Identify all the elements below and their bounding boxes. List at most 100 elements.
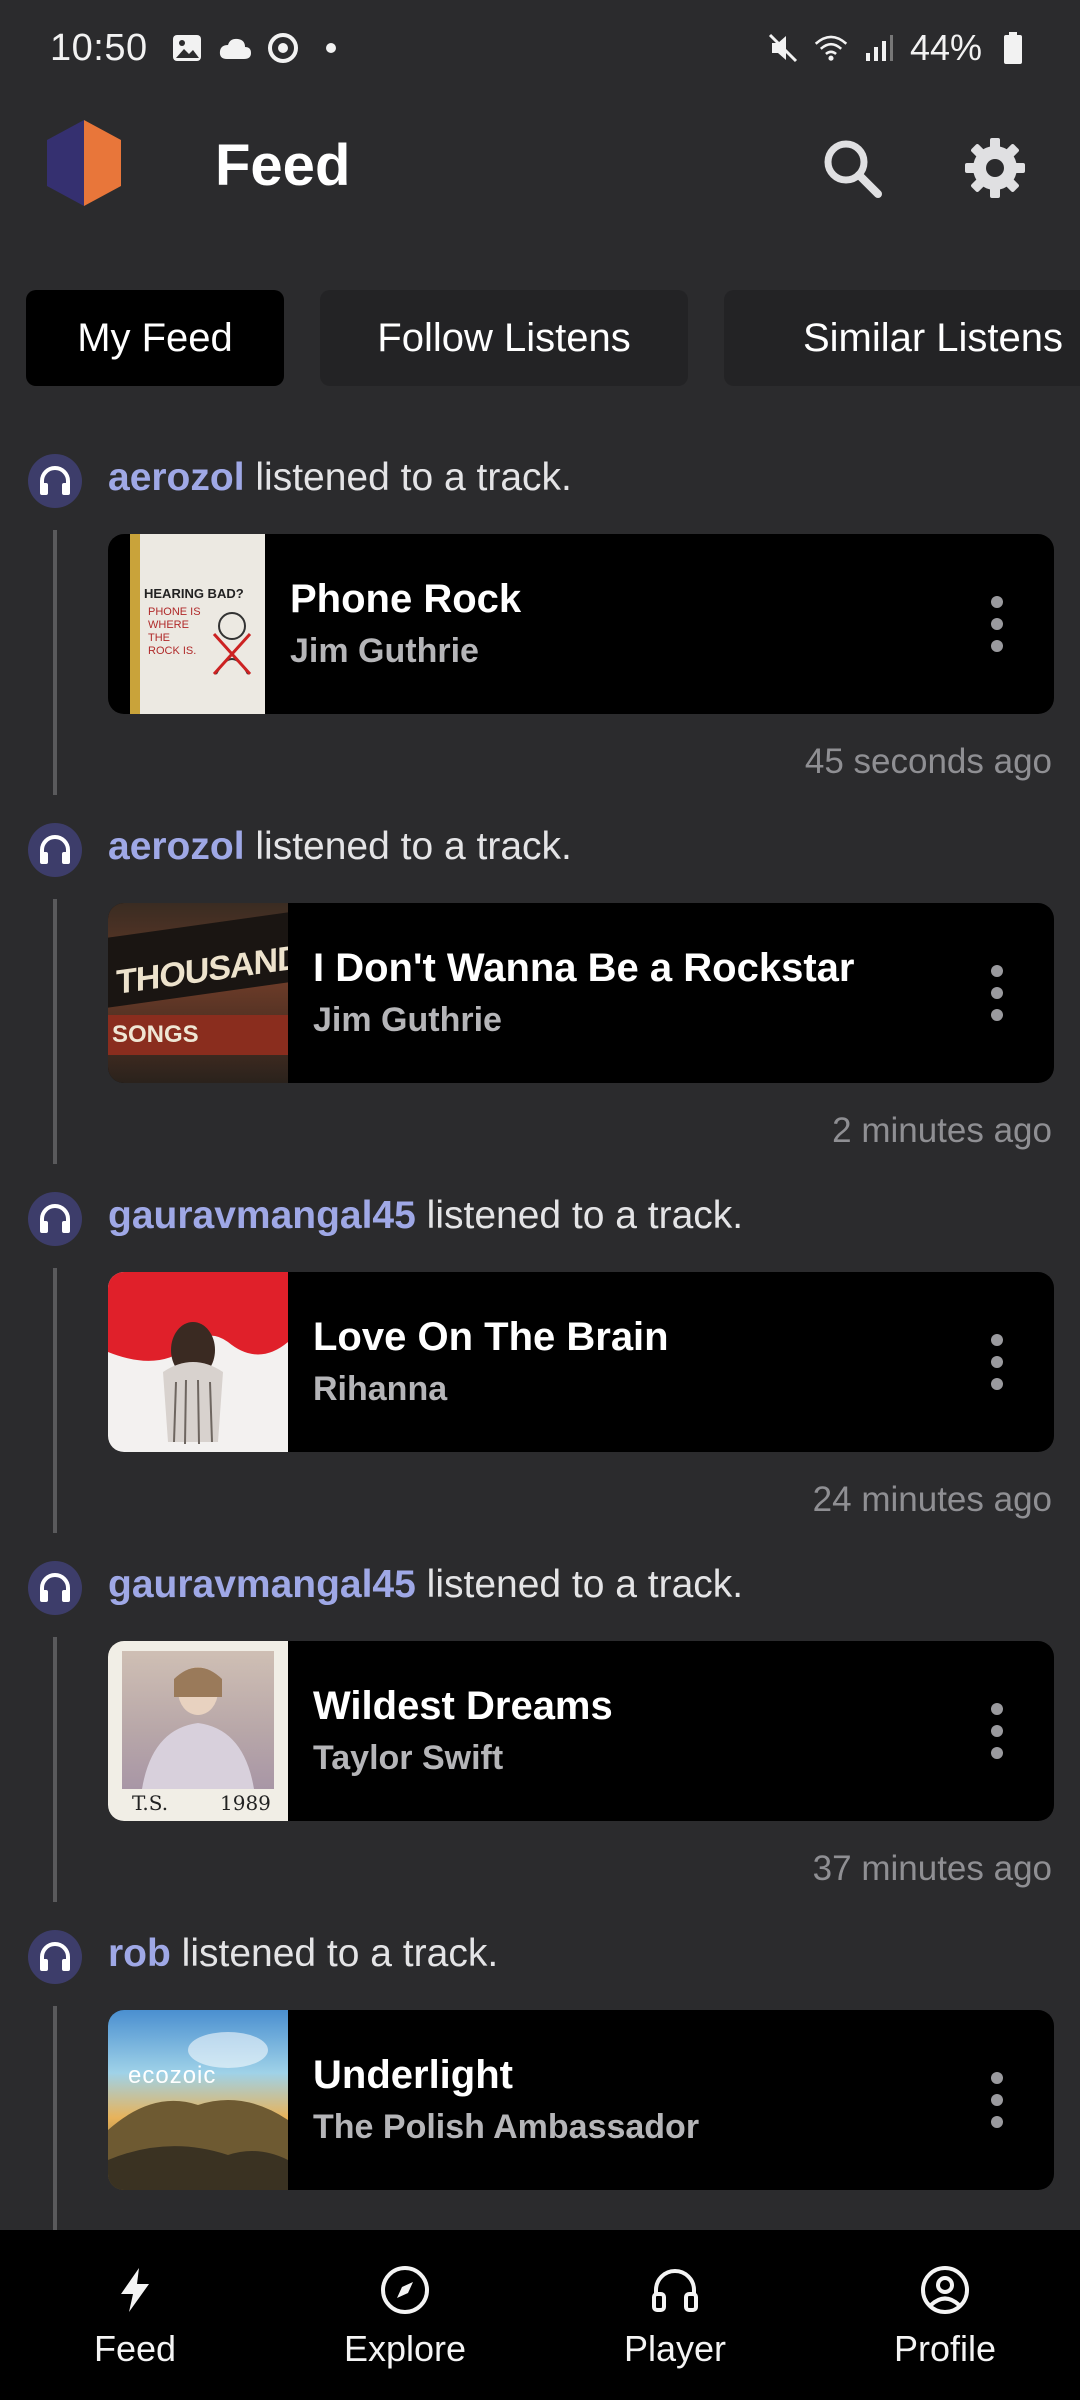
nav-player[interactable]: Player [540, 2230, 810, 2400]
track-title: Wildest Dreams [313, 1684, 613, 1728]
status-time: 10:50 [50, 26, 148, 69]
more-options-button[interactable] [962, 1676, 1032, 1786]
profile-icon [915, 2260, 975, 2320]
wifi-icon [814, 31, 848, 65]
track-title: Underlight [313, 2053, 513, 2097]
status-notification-icons [170, 31, 348, 65]
feed-item: aerozol listened to a track. HEARING BAD… [0, 440, 1080, 809]
album-art-text: HEARING BAD? [144, 586, 244, 601]
feed-list: aerozol listened to a track. HEARING BAD… [0, 440, 1080, 2230]
timeline-line [53, 899, 57, 1164]
feed-tabs: My Feed Follow Listens Similar Listens [26, 290, 1080, 386]
listen-event-icon [28, 454, 82, 508]
feed-item-header: gauravmangal45 listened to a track. [108, 1563, 743, 1607]
battery-icon [996, 31, 1030, 65]
track-info: Phone Rock Jim Guthrie [290, 577, 962, 671]
listen-event-icon [28, 1192, 82, 1246]
track-card[interactable]: Love On The Brain Rihanna [108, 1272, 1054, 1452]
album-art [108, 1272, 288, 1452]
cloud-icon [218, 31, 252, 65]
username-link[interactable]: gauravmangal45 [108, 1194, 416, 1237]
album-art: HEARING BAD? PHONE IS WHERE THE ROCK IS. [130, 534, 265, 714]
listen-action-text: listened to a track. [244, 456, 572, 499]
feed-item: gauravmangal45 listened to a track. Love… [0, 1178, 1080, 1547]
search-icon [824, 140, 882, 198]
album-art-text: 1989 [220, 1791, 271, 1815]
settings-button[interactable] [955, 128, 1035, 208]
headphones-icon [645, 2260, 705, 2320]
album-art: THOUSAND SONGS [108, 903, 288, 1083]
app-bar: Feed [0, 110, 1080, 220]
track-title: Phone Rock [290, 577, 522, 621]
track-card[interactable]: THOUSAND SONGS I Don't Wanna Be a Rockst… [108, 903, 1054, 1083]
timeline-line [53, 2006, 57, 2230]
headphones-icon [40, 1573, 70, 1602]
timeline-line [53, 1268, 57, 1533]
dot-icon [314, 31, 348, 65]
image-icon [170, 31, 204, 65]
battery-percent: 44% [909, 27, 982, 68]
timeline-line [53, 530, 57, 795]
more-options-button[interactable] [962, 1307, 1032, 1417]
track-card[interactable]: HEARING BAD? PHONE IS WHERE THE ROCK IS.… [108, 534, 1054, 714]
feed-item: gauravmangal45 listened to a track. T.S.… [0, 1547, 1080, 1916]
nav-explore[interactable]: Explore [270, 2230, 540, 2400]
username-link[interactable]: gauravmangal45 [108, 1563, 416, 1606]
feed-item: rob listened to a track. ecozoic Underli… [0, 1916, 1080, 2230]
nav-label: Feed [93, 2328, 177, 2369]
listen-timestamp: 24 minutes ago [812, 1480, 1052, 1519]
mute-icon [766, 31, 800, 65]
bottom-navigation: Feed Explore Player Profile [0, 2230, 1080, 2400]
track-card[interactable]: T.S. 1989 Wildest Dreams Taylor Swift [108, 1641, 1054, 1821]
status-system-icons: 44% [766, 27, 1030, 69]
headphones-icon [40, 466, 70, 495]
listen-event-icon [28, 1561, 82, 1615]
track-info: Wildest Dreams Taylor Swift [313, 1684, 962, 1778]
username-link[interactable]: rob [108, 1932, 171, 1975]
track-title: I Don't Wanna Be a Rockstar [313, 946, 855, 990]
username-link[interactable]: aerozol [108, 456, 245, 499]
status-bar: 10:50 44% [0, 0, 1080, 96]
listen-event-icon [28, 823, 82, 877]
listen-timestamp: 2 minutes ago [832, 1111, 1052, 1150]
app-logo-icon [44, 120, 124, 206]
track-artist: Jim Guthrie [290, 632, 479, 670]
headphones-icon [40, 1942, 70, 1971]
album-art-text: T.S. [132, 1791, 169, 1815]
nav-feed[interactable]: Feed [0, 2230, 270, 2400]
tab-my-feed[interactable]: My Feed [26, 290, 284, 386]
track-info: I Don't Wanna Be a Rockstar Jim Guthrie [313, 946, 962, 1040]
gear-icon [965, 138, 1025, 198]
listen-event-icon [28, 1930, 82, 1984]
track-artist: The Polish Ambassador [313, 2108, 700, 2146]
track-artist: Jim Guthrie [313, 1001, 502, 1039]
feed-item-header: gauravmangal45 listened to a track. [108, 1194, 743, 1238]
search-button[interactable] [812, 128, 892, 208]
headphones-icon [40, 835, 70, 864]
page-title: Feed [215, 133, 351, 198]
nav-label: Explore [343, 2328, 467, 2369]
feed-item: aerozol listened to a track. THOUSAND SO… [0, 809, 1080, 1178]
listen-action-text: listened to a track. [170, 1932, 499, 1975]
compass-icon [375, 2260, 435, 2320]
track-card[interactable]: ecozoic Underlight The Polish Ambassador [108, 2010, 1054, 2190]
album-art: T.S. 1989 [108, 1641, 288, 1821]
tab-similar-listens[interactable]: Similar Listens [724, 290, 1080, 386]
more-options-button[interactable] [962, 938, 1032, 1048]
listen-timestamp: 45 seconds ago [804, 742, 1052, 781]
track-info: Love On The Brain Rihanna [313, 1315, 962, 1409]
more-options-button[interactable] [962, 569, 1032, 679]
listen-action-text: listened to a track. [415, 1563, 744, 1606]
album-art: ecozoic [108, 2010, 288, 2190]
feed-item-header: aerozol listened to a track. [108, 456, 572, 500]
feed-item-header: aerozol listened to a track. [108, 825, 572, 869]
more-options-button[interactable] [962, 2045, 1032, 2155]
lightning-icon [105, 2260, 165, 2320]
track-title: Love On The Brain [313, 1315, 669, 1359]
timeline-line [53, 1637, 57, 1902]
nav-profile[interactable]: Profile [810, 2230, 1080, 2400]
album-art-text: ecozoic [128, 2062, 217, 2089]
tab-follow-listens[interactable]: Follow Listens [320, 290, 688, 386]
track-info: Underlight The Polish Ambassador [313, 2053, 962, 2147]
username-link[interactable]: aerozol [108, 825, 245, 868]
